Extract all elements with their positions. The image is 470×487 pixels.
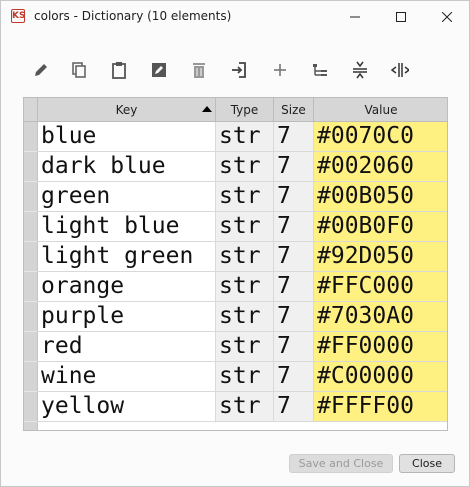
key-cell[interactable]: orange [38,272,216,302]
type-cell[interactable]: str [216,242,274,272]
size-cell[interactable]: 7 [274,392,314,422]
type-cell[interactable]: str [216,362,274,392]
value-cell[interactable]: #C00000 [314,362,447,392]
copy-icon [72,62,86,78]
size-cell[interactable]: 7 [274,272,314,302]
row-header[interactable] [24,122,38,152]
value-column-header[interactable]: Value [314,98,447,122]
close-icon [442,12,452,22]
type-cell[interactable]: str [216,212,274,242]
row-header-filler [24,422,38,430]
size-column-header[interactable]: Size [274,98,314,122]
value-cell[interactable]: #7030A0 [314,302,447,332]
delete-trash-icon [193,63,205,78]
minimize-icon [350,16,360,18]
paste-clipboard-icon [112,62,126,79]
value-cell[interactable]: #92D050 [314,242,447,272]
expand-button[interactable] [388,56,412,84]
key-cell[interactable]: dark blue [38,152,216,182]
value-cell[interactable]: #FF0000 [314,332,447,362]
key-cell[interactable]: purple [38,302,216,332]
import-icon [232,62,246,78]
value-cell[interactable]: #FFFF00 [314,392,447,422]
delete-button[interactable] [187,56,211,84]
title-bar: KS colors - Dictionary (10 elements) [1,1,469,33]
row-header[interactable] [24,152,38,182]
edit-image-icon [152,63,166,77]
type-header-label: Type [230,102,259,117]
minimize-button[interactable] [332,1,378,33]
expand-icon [391,63,409,77]
copy-button[interactable] [67,56,91,84]
row-header[interactable] [24,392,38,422]
edit-pencil-icon [35,64,47,76]
row-header[interactable] [24,212,38,242]
value-cell[interactable]: #00B0F0 [314,212,447,242]
dictionary-editor-window: KS colors - Dictionary (10 elements) Key… [0,0,470,487]
value-cell[interactable]: #0070C0 [314,122,447,152]
value-cell[interactable]: #002060 [314,152,447,182]
key-cell[interactable]: blue [38,122,216,152]
toolbar [29,56,429,84]
edit-image-button[interactable] [147,56,171,84]
sort-ascending-icon [202,106,212,112]
maximize-button[interactable] [378,1,424,33]
size-cell[interactable]: 7 [274,182,314,212]
row-header[interactable] [24,182,38,212]
size-cell[interactable]: 7 [274,332,314,362]
type-cell[interactable]: str [216,122,274,152]
row-header[interactable] [24,332,38,362]
type-cell[interactable]: str [216,152,274,182]
import-button[interactable] [227,56,251,84]
size-cell[interactable]: 7 [274,212,314,242]
maximize-icon [396,12,406,22]
dictionary-table: Key Type Size Value blue str 7 #0070C0 dark … [23,97,448,431]
key-cell[interactable]: wine [38,362,216,392]
app-icon: KS [11,9,26,23]
type-cell[interactable]: str [216,302,274,332]
collapse-button[interactable] [348,56,372,84]
type-cell[interactable]: str [216,332,274,362]
row-header[interactable] [24,362,38,392]
tree-view-icon [313,64,327,76]
save-and-close-button[interactable]: Save and Close [289,454,393,473]
key-cell[interactable]: red [38,332,216,362]
row-header[interactable] [24,272,38,302]
key-cell[interactable]: light blue [38,212,216,242]
key-cell[interactable]: green [38,182,216,212]
add-button[interactable] [268,56,292,84]
key-header-label: Key [115,102,138,117]
close-window-button[interactable] [424,1,470,33]
size-cell[interactable]: 7 [274,242,314,272]
edit-button[interactable] [29,56,53,84]
value-header-label: Value [364,102,398,117]
corner-header[interactable] [24,98,38,122]
size-cell[interactable]: 7 [274,152,314,182]
value-cell[interactable]: #FFC000 [314,272,447,302]
size-cell[interactable]: 7 [274,362,314,392]
type-cell[interactable]: str [216,272,274,302]
size-header-label: Size [281,102,306,117]
row-header[interactable] [24,242,38,272]
row-header[interactable] [24,302,38,332]
size-cell[interactable]: 7 [274,122,314,152]
collapse-icon [353,61,367,79]
type-cell[interactable]: str [216,392,274,422]
type-cell[interactable]: str [216,182,274,212]
add-icon [274,64,286,76]
paste-button[interactable] [107,56,131,84]
window-title: colors - Dictionary (10 elements) [34,9,232,23]
type-column-header[interactable]: Type [216,98,274,122]
key-cell[interactable]: light green [38,242,216,272]
key-cell[interactable]: yellow [38,392,216,422]
tree-view-button[interactable] [308,56,332,84]
size-cell[interactable]: 7 [274,302,314,332]
key-column-header[interactable]: Key [38,98,216,122]
close-button[interactable]: Close [399,454,455,473]
value-cell[interactable]: #00B050 [314,182,447,212]
